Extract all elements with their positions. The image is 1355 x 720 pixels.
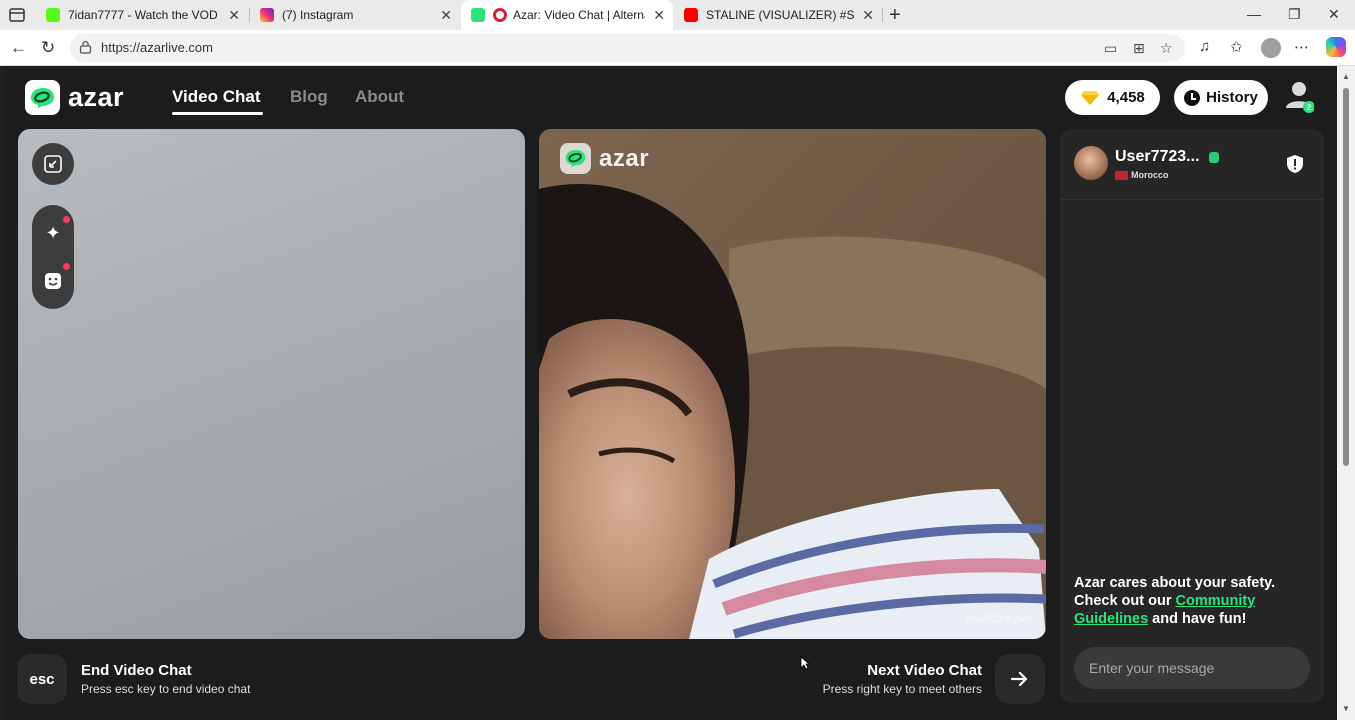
- chat-divider: [1060, 199, 1324, 200]
- morocco-flag-icon: [1115, 170, 1128, 180]
- browser-toolbar: ← ↻ https://azarlive.com ▭ ⊞ ☆ ♫ ✩ ⋯: [0, 30, 1355, 66]
- next-chat-button[interactable]: [995, 654, 1045, 704]
- peer-avatar[interactable]: [1074, 146, 1108, 180]
- browser-essentials-icon[interactable]: ♫: [1199, 38, 1210, 55]
- browser-tab-kick[interactable]: 7idan7777 - Watch the VOD on K ✕: [36, 0, 248, 30]
- nav-blog[interactable]: Blog: [290, 87, 328, 107]
- youtube-favicon-icon: [684, 8, 698, 22]
- peer-username[interactable]: User7723...: [1115, 148, 1200, 166]
- profile-avatar[interactable]: [1261, 38, 1281, 58]
- favorite-star-icon[interactable]: ☆: [1160, 40, 1173, 57]
- lock-icon: [79, 40, 92, 54]
- app-available-icon[interactable]: ⊞: [1133, 40, 1145, 57]
- recording-indicator-icon: [493, 8, 507, 22]
- effects-toolbar: ✦: [32, 205, 74, 309]
- kick-favicon-icon: [46, 8, 60, 22]
- new-indicator-dot: [63, 216, 70, 223]
- nav-active-underline: [172, 112, 263, 115]
- remote-azar-logo: azar: [560, 143, 649, 174]
- end-chat-esc-button[interactable]: esc: [17, 654, 67, 704]
- page-scrollbar[interactable]: ▲ ▼: [1337, 66, 1355, 720]
- notification-count: 2: [1307, 103, 1312, 112]
- end-chat-title[interactable]: End Video Chat: [81, 662, 192, 679]
- url-text: https://azarlive.com: [101, 40, 213, 55]
- verified-badge-icon: [1209, 152, 1219, 163]
- restore-icon[interactable]: ❐: [1288, 6, 1301, 23]
- peer-country: Morocco: [1115, 170, 1169, 180]
- camera-in-use-icon[interactable]: ▭: [1104, 40, 1117, 57]
- peer-country-name: Morocco: [1131, 170, 1169, 180]
- browser-tab-youtube[interactable]: STALINE (VISUALIZER) #SALGOAT ✕: [674, 0, 882, 30]
- report-shield-icon[interactable]: [1286, 154, 1304, 174]
- back-icon[interactable]: ←: [10, 38, 27, 58]
- tab-title: STALINE (VISUALIZER) #SALGOAT: [706, 8, 855, 22]
- minimize-video-button[interactable]: [32, 143, 74, 185]
- copilot-icon[interactable]: [1326, 37, 1346, 57]
- esc-key-label: esc: [29, 670, 55, 688]
- mouse-cursor-icon: [800, 656, 810, 670]
- sparkle-icon: ✦: [45, 222, 61, 243]
- clock-icon: [1184, 89, 1201, 106]
- minimize-icon[interactable]: —: [1247, 6, 1261, 22]
- user-profile-icon[interactable]: 2: [1284, 80, 1314, 114]
- tab-title: (7) Instagram: [282, 8, 354, 22]
- close-tab-icon[interactable]: ✕: [440, 7, 452, 24]
- next-chat-subtitle: Press right key to meet others: [822, 682, 982, 696]
- history-label: History: [1206, 89, 1258, 106]
- video-watermark: Pwu9ZKeywW: [965, 612, 1032, 625]
- scrollbar-thumb[interactable]: [1343, 88, 1349, 466]
- close-tab-icon[interactable]: ✕: [653, 7, 665, 24]
- favorites-icon[interactable]: ✩: [1230, 38, 1243, 56]
- nav-about[interactable]: About: [355, 87, 404, 107]
- azar-logo-icon: [560, 143, 591, 174]
- smiley-icon: [45, 273, 61, 289]
- remote-video-frame: [539, 129, 1046, 639]
- browser-tab-azar[interactable]: Azar: Video Chat | Alternative ✕: [461, 0, 673, 30]
- tab-separator: [882, 8, 883, 22]
- local-video-feed: [18, 129, 525, 639]
- safety-text-end: and have fun!: [1148, 611, 1247, 627]
- logo-text: azar: [68, 82, 125, 112]
- next-chat-title[interactable]: Next Video Chat: [867, 662, 982, 679]
- azar-page: azar Video Chat Blog About 4,458 History…: [4, 66, 1337, 720]
- address-bar[interactable]: https://azarlive.com ▭ ⊞ ☆: [70, 34, 1185, 62]
- gems-balance-button[interactable]: 4,458: [1065, 80, 1160, 115]
- chat-panel: User7723... Morocco Azar cares about you…: [1060, 129, 1324, 703]
- tab-actions-icon[interactable]: [8, 6, 26, 24]
- message-input[interactable]: [1074, 647, 1310, 689]
- end-chat-subtitle: Press esc key to end video chat: [81, 682, 251, 696]
- browser-tab-instagram[interactable]: (7) Instagram ✕: [250, 0, 460, 30]
- nav-video-chat[interactable]: Video Chat: [172, 87, 260, 107]
- shrink-icon: [44, 155, 62, 173]
- azar-favicon-icon: [471, 8, 485, 22]
- scroll-down-icon[interactable]: ▼: [1342, 704, 1350, 713]
- tab-title: 7idan7777 - Watch the VOD on K: [68, 8, 220, 22]
- new-indicator-dot: [63, 263, 70, 270]
- gem-icon: [1081, 90, 1100, 105]
- logo-text: azar: [599, 144, 650, 172]
- gems-count: 4,458: [1107, 89, 1145, 106]
- azar-logo-icon: [25, 80, 60, 115]
- remote-video-feed: azar Pwu9ZKeywW: [539, 129, 1046, 639]
- more-menu-icon[interactable]: ⋯: [1294, 38, 1309, 56]
- tab-title: Azar: Video Chat | Alternative: [513, 8, 645, 22]
- azar-logo[interactable]: azar: [25, 80, 124, 115]
- safety-notice: Azar cares about your safety. Check out …: [1074, 574, 1304, 628]
- reload-icon[interactable]: ↻: [41, 38, 55, 58]
- arrow-right-icon: [1011, 671, 1028, 687]
- close-tab-icon[interactable]: ✕: [862, 7, 874, 24]
- close-window-icon[interactable]: ✕: [1328, 6, 1340, 23]
- close-tab-icon[interactable]: ✕: [228, 7, 240, 24]
- instagram-favicon-icon: [260, 8, 274, 22]
- history-button[interactable]: History: [1174, 80, 1268, 115]
- browser-tab-strip: 7idan7777 - Watch the VOD on K ✕ (7) Ins…: [0, 0, 1355, 30]
- scroll-up-icon[interactable]: ▲: [1342, 72, 1350, 81]
- new-tab-icon[interactable]: +: [889, 4, 901, 27]
